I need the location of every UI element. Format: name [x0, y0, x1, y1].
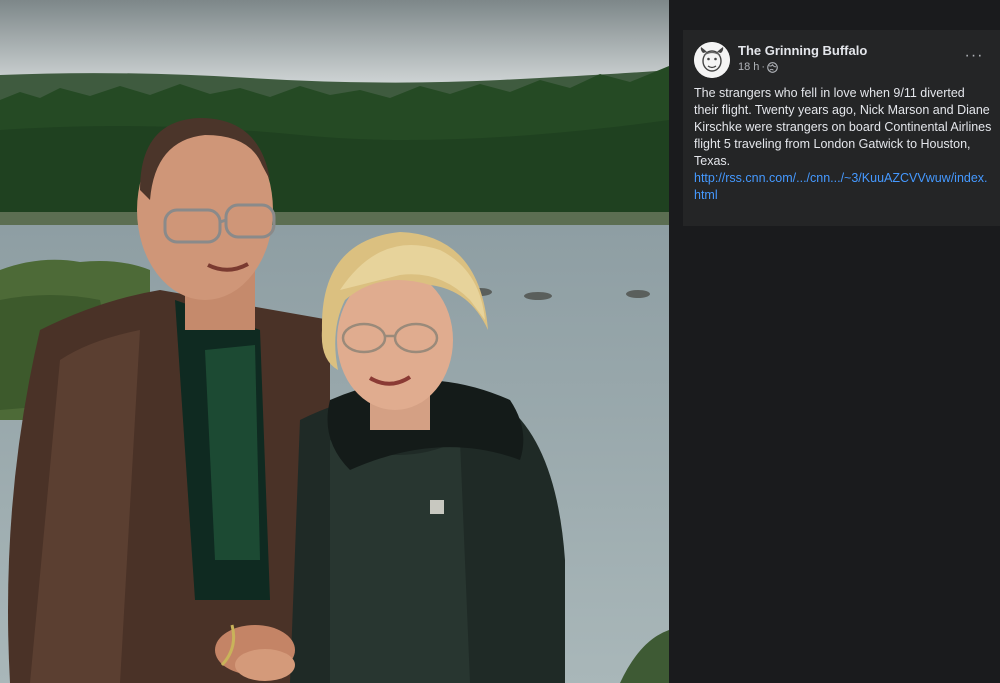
- more-options-button[interactable]: ···: [962, 44, 986, 68]
- post-link[interactable]: http://rss.cnn.com/.../cnn.../~3/KuuAZCV…: [694, 170, 992, 204]
- post-text: The strangers who fell in love when 9/11…: [694, 86, 992, 168]
- globe-icon: [767, 61, 778, 73]
- post-body: The strangers who fell in love when 9/11…: [694, 85, 992, 204]
- post-photo[interactable]: [0, 0, 669, 683]
- buffalo-avatar[interactable]: [694, 42, 730, 78]
- meta-separator: ·: [761, 61, 766, 73]
- post-author[interactable]: The Grinning Buffalo: [738, 43, 867, 58]
- post-time[interactable]: 18 h: [738, 61, 759, 73]
- photo-image: [0, 0, 669, 683]
- post-meta: 18 h ·: [738, 61, 778, 73]
- post-card: The Grinning Buffalo 18 h · ··· The stra…: [683, 30, 1000, 226]
- post-sidebar: The Grinning Buffalo 18 h · ··· The stra…: [669, 0, 1000, 683]
- buffalo-icon: [694, 42, 730, 78]
